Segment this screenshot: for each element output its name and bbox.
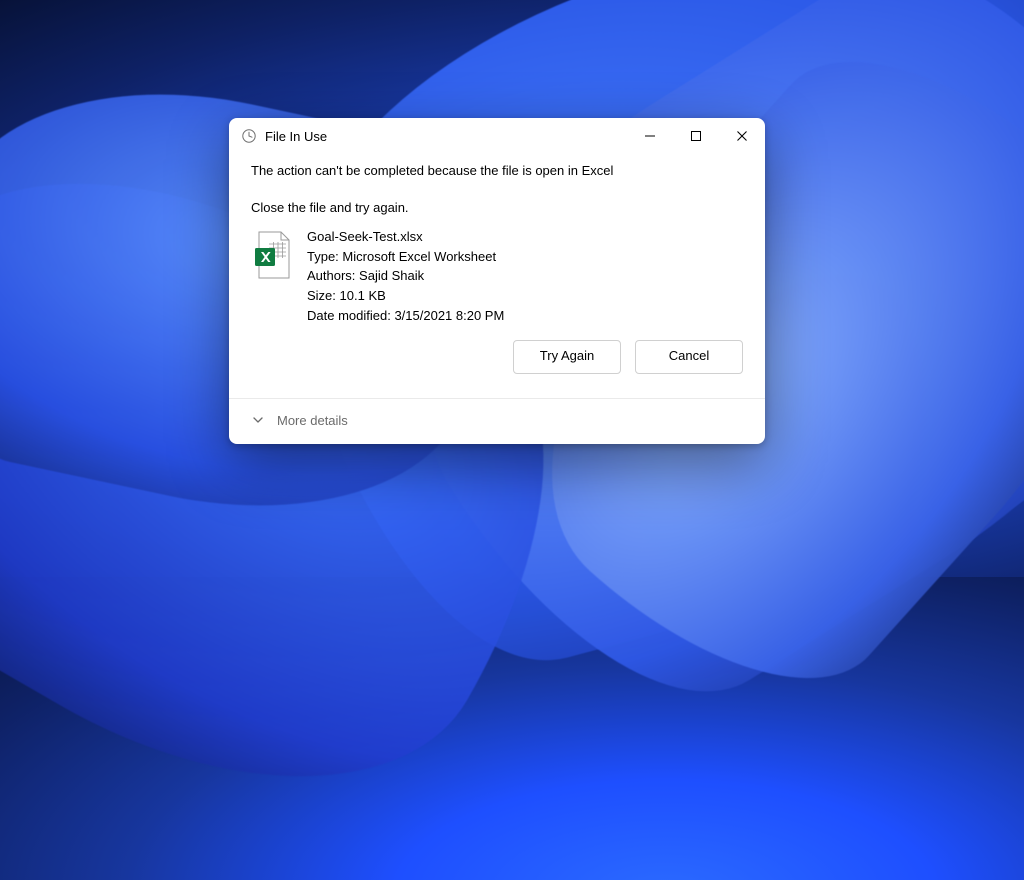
file-type: Type: Microsoft Excel Worksheet [307, 248, 504, 267]
more-details-toggle[interactable]: More details [229, 399, 765, 444]
maximize-button[interactable] [673, 118, 719, 154]
excel-file-icon [251, 228, 295, 326]
file-modified: Date modified: 3/15/2021 8:20 PM [307, 307, 504, 326]
cancel-button[interactable]: Cancel [635, 340, 743, 374]
file-in-use-dialog: File In Use The action can't be complete… [229, 118, 765, 444]
message-secondary: Close the file and try again. [251, 199, 743, 218]
button-row: Try Again Cancel [251, 340, 743, 374]
message-primary: The action can't be completed because th… [251, 162, 743, 181]
minimize-button[interactable] [627, 118, 673, 154]
file-authors-value: Sajid Shaik [359, 268, 424, 283]
titlebar[interactable]: File In Use [229, 118, 765, 154]
try-again-button[interactable]: Try Again [513, 340, 621, 374]
file-size: Size: 10.1 KB [307, 287, 504, 306]
file-modified-value: 3/15/2021 8:20 PM [394, 308, 504, 323]
file-info-row: Goal-Seek-Test.xlsx Type: Microsoft Exce… [251, 228, 743, 326]
file-authors-label: Authors: [307, 268, 355, 283]
dialog-body: The action can't be completed because th… [229, 154, 765, 388]
chevron-down-icon [251, 413, 265, 427]
try-again-label: Try Again [540, 347, 594, 366]
file-modified-label: Date modified: [307, 308, 391, 323]
file-size-value: 10.1 KB [340, 288, 386, 303]
window-controls [627, 118, 765, 154]
file-type-label: Type: [307, 249, 339, 264]
close-button[interactable] [719, 118, 765, 154]
clock-icon [241, 128, 257, 144]
more-details-label: More details [277, 413, 348, 428]
file-meta: Goal-Seek-Test.xlsx Type: Microsoft Exce… [307, 228, 504, 326]
dialog-title: File In Use [265, 129, 327, 144]
file-type-value: Microsoft Excel Worksheet [342, 249, 496, 264]
file-name: Goal-Seek-Test.xlsx [307, 228, 504, 247]
file-size-label: Size: [307, 288, 336, 303]
cancel-label: Cancel [669, 347, 709, 366]
file-authors: Authors: Sajid Shaik [307, 267, 504, 286]
